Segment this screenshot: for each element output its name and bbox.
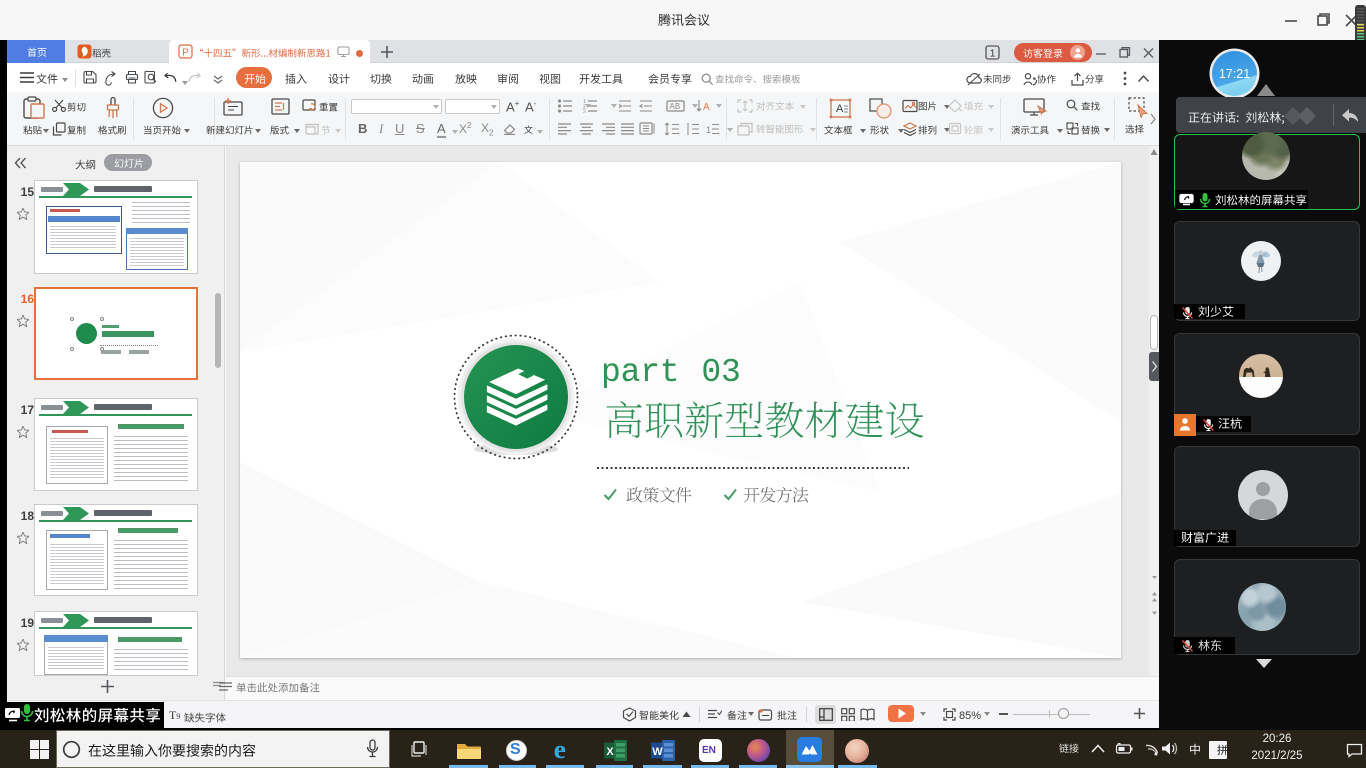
svg-text:P: P — [182, 48, 189, 59]
svg-text:AB: AB — [670, 102, 681, 111]
svg-text:17:21: 17:21 — [1219, 67, 1250, 81]
svg-text:W: W — [652, 746, 663, 758]
svg-text:3: 3 — [583, 110, 586, 114]
svg-text:A: A — [703, 102, 710, 113]
svg-text:1: 1 — [706, 125, 711, 135]
svg-text:1: 1 — [990, 49, 996, 60]
svg-text:X: X — [606, 746, 614, 758]
svg-text:A: A — [836, 103, 844, 115]
